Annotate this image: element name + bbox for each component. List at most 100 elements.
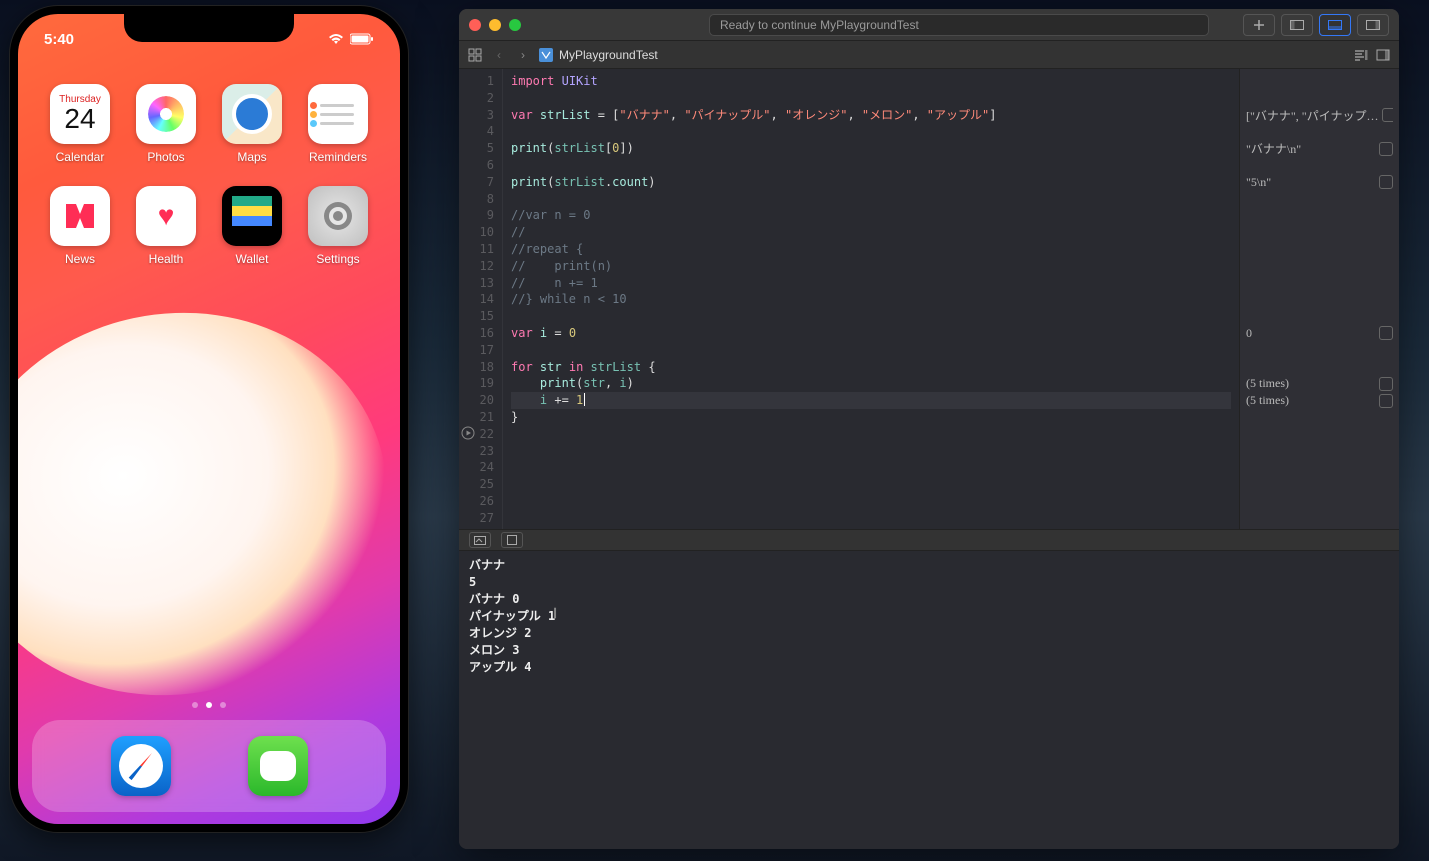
line-number[interactable]: 5 — [463, 140, 494, 157]
quicklook-icon[interactable] — [1379, 175, 1393, 189]
line-number[interactable]: 24 — [463, 459, 494, 476]
line-number[interactable]: 15 — [463, 308, 494, 325]
app-news[interactable]: News — [42, 186, 118, 266]
toggle-navigator-button[interactable] — [1281, 14, 1313, 36]
line-number[interactable]: 11 — [463, 241, 494, 258]
line-number[interactable]: 6 — [463, 157, 494, 174]
app-reminders[interactable]: Reminders — [300, 84, 376, 164]
result-row[interactable] — [1246, 207, 1393, 224]
line-number[interactable]: 23 — [463, 443, 494, 460]
console-output[interactable]: バナナ5バナナ 0パイナップル 1オレンジ 2メロン 3アップル 4Ⅰ — [459, 551, 1399, 849]
code-line[interactable]: i += 1 — [511, 392, 1231, 409]
toggle-inspector-button[interactable] — [1357, 14, 1389, 36]
line-number-gutter[interactable]: 1234567891011121314151617181920212223242… — [459, 69, 503, 529]
result-row[interactable] — [1246, 275, 1393, 292]
line-number[interactable]: 13 — [463, 275, 494, 292]
line-number[interactable]: 21 — [463, 409, 494, 426]
code-line[interactable] — [511, 90, 1231, 107]
code-line[interactable] — [511, 443, 1231, 460]
line-number[interactable]: 4 — [463, 123, 494, 140]
code-content[interactable]: import UIKit var strList = ["バナナ", "パイナッ… — [503, 69, 1239, 529]
code-editor[interactable]: 1234567891011121314151617181920212223242… — [459, 69, 1399, 529]
quicklook-icon[interactable] — [1379, 377, 1393, 391]
line-number[interactable]: 20 — [463, 392, 494, 409]
jump-bar[interactable]: ‹ › MyPlaygroundTest — [459, 41, 1399, 69]
related-items-icon[interactable] — [467, 47, 483, 63]
maximize-button[interactable] — [509, 19, 521, 31]
toggle-debug-button[interactable] — [1319, 14, 1351, 36]
minimize-button[interactable] — [489, 19, 501, 31]
line-number[interactable]: 7 — [463, 174, 494, 191]
result-row[interactable] — [1246, 493, 1393, 510]
close-button[interactable] — [469, 19, 481, 31]
console-variables-toggle[interactable] — [501, 532, 523, 548]
app-settings[interactable]: Settings — [300, 186, 376, 266]
code-line[interactable] — [511, 476, 1231, 493]
result-row[interactable] — [1246, 426, 1393, 443]
playground-results-sidebar[interactable]: ["バナナ", "パイナップ…"バナナ\n""5\n"0(5 times)(5 … — [1239, 69, 1399, 529]
code-line[interactable] — [511, 426, 1231, 443]
app-wallet[interactable]: Wallet — [214, 186, 290, 266]
add-tab-button[interactable] — [1243, 14, 1275, 36]
result-row[interactable] — [1246, 409, 1393, 426]
app-health[interactable]: ♥ Health — [128, 186, 204, 266]
code-line[interactable] — [511, 191, 1231, 208]
line-number[interactable]: 26 — [463, 493, 494, 510]
code-line[interactable] — [511, 123, 1231, 140]
code-line[interactable]: //} while n < 10 — [511, 291, 1231, 308]
minimap-toggle-icon[interactable] — [1353, 47, 1369, 63]
nav-forward-icon[interactable]: › — [515, 47, 531, 63]
result-row[interactable] — [1246, 443, 1393, 460]
app-calendar[interactable]: Thursday 24 Calendar — [42, 84, 118, 164]
code-line[interactable] — [511, 308, 1231, 325]
result-row[interactable]: "バナナ\n" — [1246, 140, 1393, 157]
code-line[interactable] — [511, 459, 1231, 476]
app-safari[interactable] — [111, 736, 171, 796]
code-line[interactable]: } — [511, 409, 1231, 426]
result-row[interactable] — [1246, 73, 1393, 90]
simulator-screen[interactable]: 5:40 Thursday 24 Calendar Photos — [18, 14, 400, 824]
line-number[interactable]: 18 — [463, 359, 494, 376]
quicklook-icon[interactable] — [1379, 142, 1393, 156]
quicklook-icon[interactable] — [1382, 108, 1393, 122]
line-number[interactable]: 25 — [463, 476, 494, 493]
code-line[interactable]: // n += 1 — [511, 275, 1231, 292]
line-number[interactable]: 16 — [463, 325, 494, 342]
result-row[interactable] — [1246, 359, 1393, 376]
line-number[interactable]: 19 — [463, 375, 494, 392]
code-line[interactable]: // print(n) — [511, 258, 1231, 275]
code-line[interactable]: // — [511, 224, 1231, 241]
code-line[interactable]: for str in strList { — [511, 359, 1231, 376]
result-row[interactable] — [1246, 224, 1393, 241]
editor-options-icon[interactable] — [1375, 47, 1391, 63]
result-row[interactable]: (5 times) — [1246, 392, 1393, 409]
result-row[interactable] — [1246, 157, 1393, 174]
result-row[interactable]: "5\n" — [1246, 174, 1393, 191]
page-indicator[interactable] — [18, 702, 400, 708]
result-row[interactable] — [1246, 123, 1393, 140]
code-line[interactable] — [511, 510, 1231, 527]
jump-bar-file[interactable]: MyPlaygroundTest — [539, 48, 658, 62]
line-number[interactable]: 9 — [463, 207, 494, 224]
line-number[interactable]: 14 — [463, 291, 494, 308]
result-row[interactable] — [1246, 258, 1393, 275]
result-row[interactable]: 0 — [1246, 325, 1393, 342]
app-photos[interactable]: Photos — [128, 84, 204, 164]
line-number[interactable]: 22 — [463, 426, 494, 443]
code-line[interactable]: print(strList.count) — [511, 174, 1231, 191]
line-number[interactable]: 2 — [463, 90, 494, 107]
result-row[interactable]: ["バナナ", "パイナップ… — [1246, 107, 1393, 124]
code-line[interactable]: var i = 0 — [511, 325, 1231, 342]
nav-back-icon[interactable]: ‹ — [491, 47, 507, 63]
quicklook-icon[interactable] — [1379, 326, 1393, 340]
quicklook-icon[interactable] — [1379, 394, 1393, 408]
app-maps[interactable]: Maps — [214, 84, 290, 164]
code-line[interactable] — [511, 157, 1231, 174]
result-row[interactable] — [1246, 510, 1393, 527]
code-line[interactable]: var strList = ["バナナ", "パイナップル", "オレンジ", … — [511, 107, 1231, 124]
result-row[interactable] — [1246, 291, 1393, 308]
line-number[interactable]: 3 — [463, 107, 494, 124]
result-row[interactable] — [1246, 241, 1393, 258]
code-line[interactable]: print(strList[0]) — [511, 140, 1231, 157]
result-row[interactable] — [1246, 90, 1393, 107]
